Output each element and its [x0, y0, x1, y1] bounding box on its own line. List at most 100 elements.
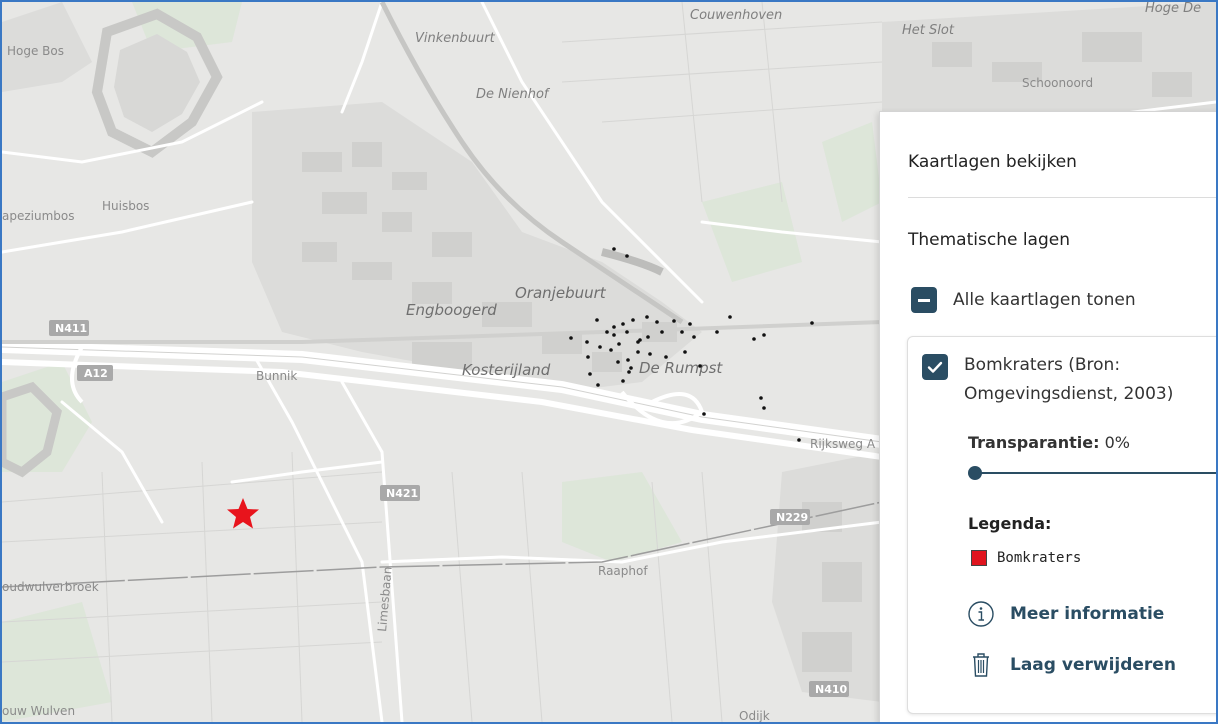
info-icon	[968, 601, 994, 627]
bomb-crater-dot[interactable]	[715, 330, 719, 334]
layers-panel: Kaartlagen bekijken Thematische lagen Al…	[879, 111, 1216, 722]
legend-label: Bomkraters	[997, 550, 1082, 566]
road-badge: A12	[77, 365, 113, 381]
svg-text:A12: A12	[84, 367, 108, 380]
place-label: Vinkenbuurt	[415, 31, 496, 46]
bomb-crater-dot[interactable]	[609, 348, 613, 352]
place-label: Bunnik	[256, 369, 297, 383]
bomb-crater-dot[interactable]	[810, 321, 814, 325]
bomb-crater-dot[interactable]	[612, 333, 616, 337]
road-badge: N229	[770, 509, 810, 525]
bomb-crater-dot[interactable]	[645, 315, 649, 319]
road-badge: N411	[49, 320, 89, 336]
remove-layer-label: Laag verwijderen	[1010, 655, 1176, 675]
more-info-link[interactable]: Meer informatie	[966, 599, 1164, 629]
svg-text:N421: N421	[386, 487, 418, 500]
bomb-crater-dot[interactable]	[612, 325, 616, 329]
place-label: Oranjebuurt	[515, 284, 607, 302]
bomb-crater-dot[interactable]	[612, 247, 616, 251]
place-label: Couwenhoven	[690, 8, 782, 23]
bomb-crater-dot[interactable]	[702, 412, 706, 416]
transparency-slider[interactable]	[968, 463, 1216, 483]
bomb-crater-dot[interactable]	[629, 366, 633, 370]
layer-name: Bomkraters (Bron: Omgevingsdienst, 2003)	[964, 355, 1174, 404]
bomb-crater-dot[interactable]	[692, 335, 696, 339]
bomb-crater-dot[interactable]	[596, 383, 600, 387]
bomb-crater-dot[interactable]	[664, 355, 668, 359]
section-title: Thematische lagen	[908, 230, 1070, 250]
bomb-crater-dot[interactable]	[680, 330, 684, 334]
bomb-crater-dot[interactable]	[588, 372, 592, 376]
place-label: Engboogerd	[406, 301, 497, 319]
road-badge: N421	[380, 485, 420, 501]
toggle-all-layers[interactable]: Alle kaartlagen tonen	[911, 287, 1136, 313]
bomb-crater-dot[interactable]	[598, 345, 602, 349]
bomb-crater-dot[interactable]	[797, 438, 801, 442]
bomb-crater-dot[interactable]	[638, 338, 642, 342]
legend-swatch	[971, 550, 987, 566]
place-label: Rijksweg A	[810, 437, 876, 451]
bomb-crater-dot[interactable]	[636, 350, 640, 354]
bomb-crater-dot[interactable]	[627, 370, 631, 374]
layer-checkbox[interactable]	[922, 354, 948, 380]
place-label: De Nienhof	[476, 87, 551, 102]
bomb-crater-dot[interactable]	[605, 330, 609, 334]
panel-title: Kaartlagen bekijken	[908, 152, 1077, 172]
place-label: Schoonoord	[1022, 76, 1093, 90]
bomb-crater-dot[interactable]	[616, 360, 620, 364]
svg-text:N411: N411	[55, 322, 87, 335]
bomb-crater-dot[interactable]	[762, 406, 766, 410]
slider-track[interactable]	[974, 472, 1216, 474]
road-badge: N410	[809, 681, 849, 697]
bomb-crater-dot[interactable]	[626, 358, 630, 362]
bomb-crater-dot[interactable]	[672, 319, 676, 323]
bomb-crater-dot[interactable]	[569, 336, 573, 340]
place-label: Het Slot	[902, 23, 955, 38]
bomb-crater-dot[interactable]	[762, 333, 766, 337]
place-label: Raaphof	[598, 564, 648, 578]
transparency-value: 0%	[1104, 433, 1130, 452]
remove-layer-link[interactable]: Laag verwijderen	[966, 650, 1176, 680]
bomb-crater-dot[interactable]	[625, 254, 629, 258]
more-info-label: Meer informatie	[1010, 604, 1165, 624]
svg-text:N410: N410	[815, 683, 848, 696]
place-label: Huisbos	[102, 199, 149, 213]
bomb-crater-dot[interactable]	[683, 350, 687, 354]
legend-item: Bomkraters	[971, 550, 1081, 566]
panel-divider	[908, 197, 1216, 198]
bomb-crater-dot[interactable]	[586, 355, 590, 359]
place-label: Hoge Bos	[7, 44, 64, 58]
bomb-crater-dot[interactable]	[617, 342, 621, 346]
bomb-crater-dot[interactable]	[585, 340, 589, 344]
bomb-crater-dot[interactable]	[752, 337, 756, 341]
place-label: apeziumbos	[2, 209, 75, 223]
slider-thumb[interactable]	[968, 466, 982, 480]
bomb-crater-dot[interactable]	[655, 320, 659, 324]
transparency-label-text: Transparantie:	[968, 433, 1100, 452]
place-label: ouw Wulven	[2, 704, 75, 718]
bomb-crater-dot[interactable]	[759, 396, 763, 400]
svg-text:N229: N229	[776, 511, 808, 524]
bomb-crater-dot[interactable]	[621, 379, 625, 383]
bomb-crater-dot[interactable]	[621, 322, 625, 326]
legend-title: Legenda:	[968, 514, 1052, 533]
bomb-crater-dot[interactable]	[728, 315, 732, 319]
bomb-crater-dot[interactable]	[660, 330, 664, 334]
place-label: Odijk	[739, 709, 770, 722]
bomb-crater-dot[interactable]	[625, 330, 629, 334]
layer-card: Bomkraters (Bron: Omgevingsdienst, 2003)…	[907, 336, 1216, 714]
minus-checkbox-icon[interactable]	[911, 287, 937, 313]
transparency-label: Transparantie: 0%	[968, 433, 1130, 452]
toggle-all-layers-label: Alle kaartlagen tonen	[953, 290, 1136, 310]
bomb-crater-dot[interactable]	[698, 364, 702, 368]
bomb-crater-dot[interactable]	[631, 318, 635, 322]
bomb-crater-dot[interactable]	[595, 318, 599, 322]
bomb-crater-dot[interactable]	[688, 322, 692, 326]
map-viewer: Couwenhoven Vinkenbuurt Het Slot Hoge De…	[0, 0, 1218, 724]
place-label: oudwulverbroek	[2, 580, 99, 594]
place-label: Kosterijland	[462, 361, 551, 379]
bomb-crater-dot[interactable]	[648, 352, 652, 356]
place-label: Hoge De	[1145, 2, 1201, 16]
checkmark-icon	[927, 361, 943, 373]
bomb-crater-dot[interactable]	[646, 335, 650, 339]
